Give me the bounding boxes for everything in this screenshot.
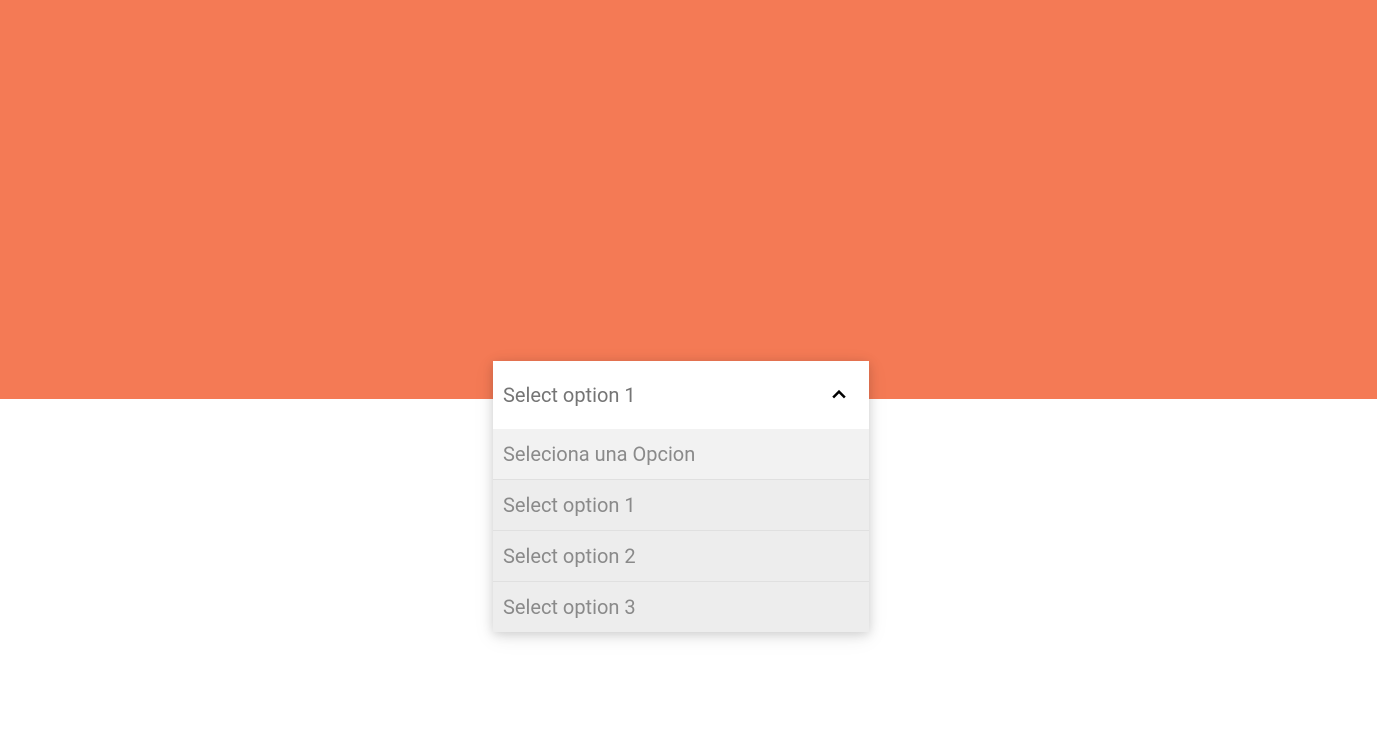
select-option-3[interactable]: Select option 3 <box>493 582 869 632</box>
select-header[interactable]: Select option 1 <box>493 361 869 429</box>
select-options-list: Seleciona una Opcion Select option 1 Sel… <box>493 429 869 632</box>
select-dropdown: Select option 1 Seleciona una Opcion Sel… <box>493 361 869 632</box>
select-option-1[interactable]: Select option 1 <box>493 480 869 531</box>
hero-banner <box>0 0 1377 399</box>
chevron-up-icon <box>827 383 851 407</box>
select-selected-label: Select option 1 <box>503 383 636 407</box>
select-option-2[interactable]: Select option 2 <box>493 531 869 582</box>
select-option-placeholder[interactable]: Seleciona una Opcion <box>493 429 869 480</box>
